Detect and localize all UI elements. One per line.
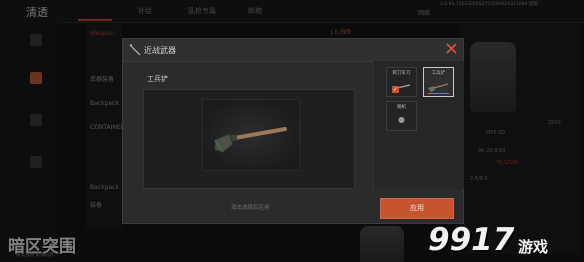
melee-weapon-dialog: 近战武器 工兵铲 刺刀军刀 工兵铲 随机 ✓ 双击选择后应用 应用	[122, 38, 464, 224]
equipped-check-icon: ✓	[392, 86, 399, 93]
dialog-header: 近战武器	[123, 39, 463, 62]
weapon-preview-label: 工兵铲	[147, 75, 168, 83]
weapon-slot-random[interactable]: 随机	[386, 101, 417, 131]
site-watermark: 9917	[428, 222, 515, 258]
weapon-slot-knife[interactable]: 刺刀军刀	[386, 67, 417, 97]
dialog-title: 近战武器	[144, 46, 176, 55]
hint-text: 双击选择后应用	[231, 205, 270, 211]
dice-icon	[398, 117, 405, 123]
close-x-icon[interactable]	[445, 42, 458, 55]
weapon-select-column: 刺刀军刀 工兵铲 随机	[373, 61, 464, 189]
melee-weapon-icon	[129, 44, 141, 56]
weapon-preview-area	[143, 89, 355, 189]
weapon-slot-shovel[interactable]: 工兵铲	[423, 67, 454, 97]
shovel-icon	[214, 127, 287, 153]
selected-indicator	[428, 93, 449, 94]
site-watermark-text: 游戏	[518, 238, 549, 256]
apply-button[interactable]: 应用	[380, 198, 454, 219]
weapon-preview-frame	[202, 99, 300, 171]
close-icon[interactable]	[444, 42, 459, 57]
